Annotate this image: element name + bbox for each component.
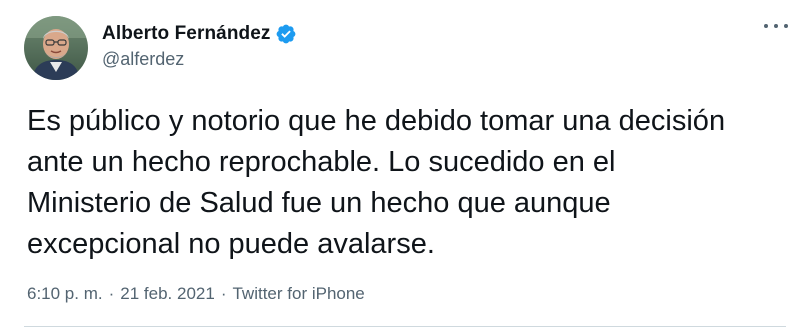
tweet-source[interactable]: Twitter for iPhone (232, 284, 364, 304)
author-block: Alberto Fernández @alferdez (102, 22, 297, 70)
avatar[interactable] (24, 16, 88, 80)
tweet-time[interactable]: 6:10 p. m. (27, 284, 103, 304)
tweet-card: Alberto Fernández @alferdez Es público y… (0, 0, 810, 331)
tweet-header: Alberto Fernández @alferdez (24, 14, 786, 82)
more-dot (784, 24, 788, 28)
tweet-meta: 6:10 p. m. · 21 feb. 2021 · Twitter for … (27, 284, 365, 304)
more-options-icon[interactable] (764, 20, 788, 32)
meta-separator: · (108, 284, 115, 303)
verified-badge-icon (275, 23, 297, 45)
tweet-text: Es público y notorio que he debido tomar… (27, 105, 726, 260)
more-dot (774, 24, 778, 28)
avatar-photo-icon (24, 16, 88, 80)
more-dot (764, 24, 768, 28)
author-handle[interactable]: @alferdez (102, 49, 297, 70)
author-display-name[interactable]: Alberto Fernández (102, 23, 271, 45)
tweet-date[interactable]: 21 feb. 2021 (120, 284, 215, 304)
meta-separator: · (220, 284, 227, 303)
author-name-row: Alberto Fernández (102, 22, 297, 46)
divider (24, 326, 786, 327)
